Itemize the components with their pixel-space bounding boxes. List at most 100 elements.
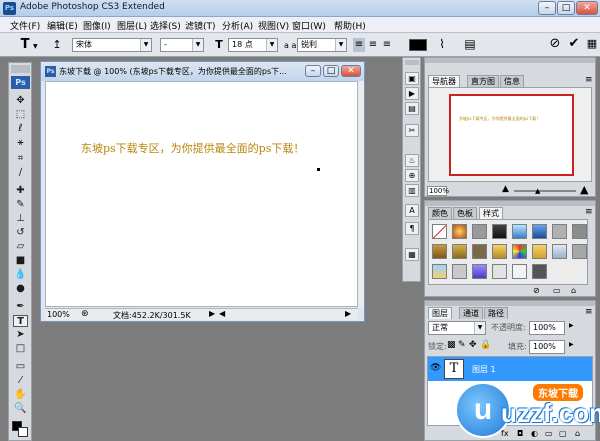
font-style-select[interactable]: - ▼ [160, 38, 204, 52]
style-swatch[interactable] [532, 244, 547, 259]
animation-icon[interactable]: ▤ [405, 102, 419, 115]
vertical-scrollbar[interactable] [358, 81, 364, 307]
actions-icon[interactable]: ▶ [405, 87, 419, 100]
layer-visibility-eye-icon[interactable]: 👁 [430, 363, 441, 373]
lasso-tool-icon[interactable]: ℓ [13, 123, 28, 135]
menu-edit[interactable]: 编辑(E) [47, 19, 78, 32]
canvas-text-layer[interactable]: 东坡ps下载专区，为你提供最全面的ps下载！ [81, 140, 304, 156]
chevron-down-icon[interactable]: ▼ [33, 40, 38, 54]
doc-minimize-button[interactable]: – [305, 65, 321, 77]
tool-presets-icon[interactable]: ✂ [405, 124, 419, 137]
align-left-icon[interactable]: ≡ [353, 38, 365, 52]
workspace-icon[interactable]: ▦ [585, 37, 599, 51]
gradient-tool-icon[interactable]: ■ [13, 255, 28, 267]
zoom-tool-icon[interactable]: 🔍 [13, 403, 28, 415]
new-style-icon[interactable]: ▭ [553, 286, 561, 295]
zoom-slider-thumb[interactable]: ▲ [535, 187, 540, 195]
maximize-button[interactable]: □ [557, 1, 575, 15]
scroll-left-icon[interactable]: ◀ [219, 309, 225, 318]
photoshop-logo-button[interactable]: Ps [11, 76, 30, 89]
tab-navigator[interactable]: 导航器 [428, 75, 460, 87]
doc-close-button[interactable]: ✕ [341, 65, 361, 77]
status-menu-icon[interactable]: ⊛ [81, 309, 89, 319]
tab-layers[interactable]: 图层 [428, 307, 452, 319]
style-swatch[interactable] [472, 244, 487, 259]
panel-grip[interactable] [425, 301, 595, 306]
trash-icon[interactable]: ⌂ [571, 286, 576, 295]
font-family-select[interactable]: 宋体 ▼ [72, 38, 152, 52]
style-swatch[interactable] [532, 264, 547, 279]
navigator-zoom-slider[interactable] [514, 190, 576, 192]
style-swatch[interactable] [492, 244, 507, 259]
dodge-tool-icon[interactable]: ● [13, 283, 28, 295]
scroll-right-icon[interactable]: ▶ [345, 309, 351, 318]
strip-grip[interactable] [405, 60, 419, 65]
minimize-button[interactable]: – [538, 1, 556, 15]
document-title-bar[interactable]: Ps 东坡下载 @ 100% (东坡ps下载专区，为你提供最全面的ps下... … [41, 62, 364, 81]
healing-brush-tool-icon[interactable]: ✚ [13, 185, 28, 197]
zoom-level[interactable]: 100% [47, 310, 70, 319]
style-swatch[interactable] [452, 244, 467, 259]
type-tool-icon[interactable]: T [13, 315, 28, 327]
shape-tool-icon[interactable]: □ [13, 343, 28, 355]
style-swatch[interactable] [492, 224, 507, 239]
panel-menu-icon[interactable]: ≡ [585, 307, 593, 317]
brush-tool-icon[interactable]: ✎ [13, 199, 28, 211]
lock-all-icon[interactable]: 🔒 [480, 340, 491, 350]
document-canvas[interactable]: 东坡ps下载专区，为你提供最全面的ps下载！ [45, 81, 358, 307]
style-swatch[interactable] [432, 264, 447, 279]
fill-slider-icon[interactable]: ▶ [569, 341, 574, 348]
crop-tool-icon[interactable]: ⌗ [13, 153, 28, 165]
layer-comps-icon[interactable]: ▥ [405, 184, 419, 197]
style-none-swatch[interactable] [432, 224, 447, 239]
tab-histogram[interactable]: 直方图 [467, 75, 499, 87]
status-arrow-icon[interactable]: ▶ [209, 309, 215, 318]
eraser-tool-icon[interactable]: ▱ [13, 241, 28, 253]
blur-tool-icon[interactable]: 💧 [13, 269, 28, 281]
style-swatch[interactable] [472, 224, 487, 239]
style-swatch[interactable] [512, 264, 527, 279]
tab-channels[interactable]: 通道 [459, 307, 483, 319]
style-swatch[interactable] [452, 264, 467, 279]
lock-transparency-icon[interactable]: ▩ [447, 340, 456, 350]
tools-panel-grip[interactable] [11, 65, 30, 73]
anti-alias-select[interactable]: 锐利 ▼ [297, 38, 347, 52]
style-swatch[interactable] [452, 224, 467, 239]
opacity-slider-icon[interactable]: ▶ [569, 322, 574, 329]
cancel-icon[interactable]: ⊘ [547, 37, 563, 51]
style-swatch[interactable] [572, 244, 587, 259]
eyedropper-tool-icon[interactable]: ⁄ [13, 375, 28, 387]
lock-position-icon[interactable]: ✥ [469, 340, 477, 350]
pen-tool-icon[interactable]: ✒ [13, 301, 28, 313]
style-swatch[interactable] [512, 224, 527, 239]
marquee-tool-icon[interactable]: ⬚ [13, 109, 28, 121]
notes-tool-icon[interactable]: ▭ [13, 361, 28, 373]
opacity-field[interactable]: 100% [529, 321, 565, 335]
menu-select[interactable]: 选择(S) [150, 19, 181, 32]
style-swatch[interactable] [552, 224, 567, 239]
style-swatch[interactable] [532, 224, 547, 239]
path-selection-tool-icon[interactable]: ➤ [13, 329, 28, 341]
style-swatch[interactable] [572, 224, 587, 239]
hand-tool-icon[interactable]: ✋ [13, 389, 28, 401]
font-size-select[interactable]: 18 点 ▼ [228, 38, 278, 52]
navigator-zoom-field[interactable]: 100% [427, 186, 449, 196]
panel-menu-icon[interactable]: ≡ [585, 75, 593, 85]
close-button[interactable]: ✕ [576, 1, 598, 15]
navigator-view-box[interactable]: 东坡ps下载专区，为你提供最全面的ps下载！ [449, 94, 574, 176]
clone-stamp-tool-icon[interactable]: ⊥ [13, 213, 28, 225]
zoom-out-icon[interactable]: ▲ [502, 184, 509, 194]
character-panel-icon[interactable]: ▤ [462, 37, 478, 51]
blend-mode-select[interactable]: 正常 ▼ [428, 321, 486, 335]
menu-layer[interactable]: 图层(L) [117, 19, 147, 32]
tab-swatches[interactable]: 色板 [453, 207, 477, 219]
align-right-icon[interactable]: ≡ [381, 38, 393, 52]
slice-tool-icon[interactable]: ∕ [13, 167, 28, 179]
fill-field[interactable]: 100% [529, 340, 565, 354]
panel-menu-icon[interactable]: ≡ [585, 207, 593, 217]
panel-grip[interactable] [425, 58, 595, 63]
text-orientation-icon[interactable]: ↥ [50, 38, 64, 52]
menu-help[interactable]: 帮助(H) [334, 19, 366, 32]
menu-filter[interactable]: 滤镜(T) [185, 19, 216, 32]
move-tool-icon[interactable]: ✥ [13, 95, 28, 107]
